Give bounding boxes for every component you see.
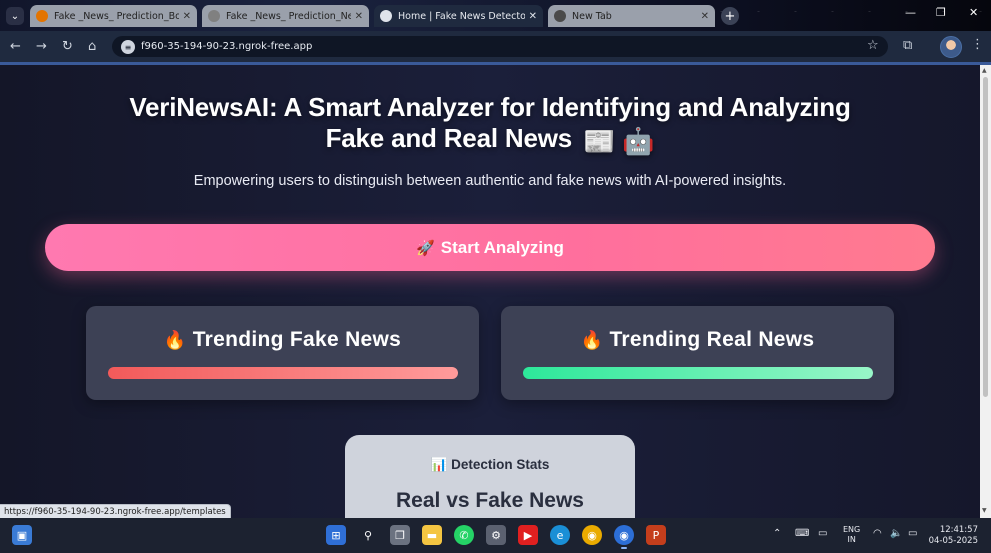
tab-title: Home | Fake News Detector	[398, 10, 525, 22]
wifi-icon[interactable]: ◠	[873, 528, 882, 539]
newspaper-robot-emoji-icon: 📰 🤖	[583, 126, 655, 156]
tab-title: New Tab	[572, 10, 612, 22]
stats-heading-label: Detection Stats	[451, 457, 550, 472]
youtube-icon[interactable]: ▶	[518, 525, 538, 545]
clock-time: 12:41:57	[939, 525, 978, 535]
tab-fake-news-bot[interactable]: Fake _News_ Prediction_Bot - C ✕	[30, 5, 197, 27]
title-line-1: VeriNewsAI: A Smart Analyzer for Identif…	[129, 92, 851, 122]
real-news-bar	[523, 367, 873, 379]
display-icon[interactable]: ▭	[818, 528, 827, 539]
edge-icon[interactable]: e	[550, 525, 570, 545]
url-text[interactable]: f960-35-194-90-23.ngrok-free.app	[141, 41, 312, 52]
reload-icon[interactable]: ↻	[62, 39, 73, 54]
profile-avatar[interactable]	[940, 36, 962, 58]
whatsapp-icon[interactable]: ✆	[454, 525, 474, 545]
globe-icon	[380, 10, 392, 22]
chrome-icon	[554, 10, 566, 22]
system-clock[interactable]: 12:41:57 04-05-2025	[928, 525, 978, 547]
battery-icon[interactable]: ▭	[908, 528, 917, 539]
fire-icon: 🔥	[580, 330, 604, 350]
windows-start-icon[interactable]: ⊞	[326, 525, 346, 545]
close-icon[interactable]: ✕	[529, 11, 537, 22]
close-window-icon[interactable]: ✕	[969, 6, 978, 19]
clock-date: 04-05-2025	[928, 536, 978, 546]
scroll-up-icon[interactable]: ▲	[982, 67, 987, 74]
page-scrollbar[interactable]: ▲ ▼	[980, 65, 991, 518]
tab-home-fake-news-detector[interactable]: Home | Fake News Detector ✕	[374, 5, 543, 27]
task-view-icon[interactable]: ▣	[12, 525, 32, 545]
task-view-windows-icon[interactable]: ❐	[390, 525, 410, 545]
region-code: IN	[847, 535, 856, 544]
home-icon[interactable]: ⌂	[88, 39, 96, 54]
scroll-down-icon[interactable]: ▼	[982, 507, 987, 514]
back-icon[interactable]: ←	[10, 39, 21, 54]
settings-gear-icon[interactable]: ⚙	[486, 525, 506, 545]
forward-icon[interactable]: →	[36, 39, 47, 54]
close-icon[interactable]: ✕	[701, 11, 709, 22]
chrome-active-icon[interactable]: ◉	[614, 525, 634, 549]
more-menu-icon[interactable]: ⋮	[971, 37, 984, 52]
language-code: ENG	[843, 525, 861, 534]
page-content: VeriNewsAI: A Smart Analyzer for Identif…	[0, 65, 980, 518]
tab-title: Fake _News_ Prediction_NewOr	[226, 10, 351, 22]
page-title: VeriNewsAI: A Smart Analyzer for Identif…	[0, 92, 980, 157]
tab-search-button[interactable]: ⌄	[6, 7, 24, 25]
fire-icon: 🔥	[163, 330, 187, 350]
tab-title: Fake _News_ Prediction_Bot - C	[54, 10, 179, 22]
stats-subheading: Real vs Fake News	[396, 489, 584, 512]
start-analyzing-button[interactable]: 🚀 Start Analyzing	[45, 224, 935, 271]
card-heading: 🔥 Trending Real News	[501, 328, 894, 352]
fake-news-bar	[108, 367, 458, 379]
new-tab-button[interactable]: +	[721, 7, 739, 25]
powerpoint-icon[interactable]: P	[646, 525, 666, 545]
chrome-icon[interactable]: ◉	[582, 525, 602, 545]
extensions-icon[interactable]: ⧉	[903, 38, 912, 53]
page-subtitle: Empowering users to distinguish between …	[193, 173, 787, 189]
file-explorer-icon[interactable]: ▬	[422, 525, 442, 545]
colab-icon	[208, 10, 220, 22]
volume-icon[interactable]: 🔈	[890, 528, 902, 539]
trending-fake-news-card[interactable]: 🔥 Trending Fake News	[86, 306, 479, 400]
site-info-icon[interactable]: ≡	[121, 40, 135, 54]
search-icon[interactable]: ⚲	[358, 525, 378, 545]
card-heading: 🔥 Trending Fake News	[86, 328, 479, 352]
card-label: Trending Fake News	[192, 328, 402, 351]
show-hidden-icons-icon[interactable]: ⌃	[773, 528, 781, 539]
tab-new-tab[interactable]: New Tab ✕	[548, 5, 715, 27]
keyboard-icon[interactable]: ⌨	[795, 528, 809, 539]
minimize-icon[interactable]: —	[905, 6, 916, 19]
language-indicator[interactable]: ENG IN	[843, 525, 860, 545]
tab-fake-news-prediction[interactable]: Fake _News_ Prediction_NewOr ✕	[202, 5, 369, 27]
start-analyzing-label: Start Analyzing	[440, 237, 564, 257]
scrollbar-thumb[interactable]	[983, 77, 988, 397]
trending-real-news-card[interactable]: 🔥 Trending Real News	[501, 306, 894, 400]
title-line-2: Fake and Real News	[325, 123, 573, 153]
bar-chart-icon: 📊	[430, 457, 448, 472]
restore-icon[interactable]: ❐	[936, 6, 946, 19]
stats-heading: 📊 Detection Stats	[345, 457, 635, 473]
close-icon[interactable]: ✕	[355, 11, 363, 22]
rocket-icon: 🚀	[416, 238, 435, 257]
bookmark-star-icon[interactable]: ☆	[867, 38, 879, 53]
card-label: Trending Real News	[609, 328, 815, 351]
colab-icon	[36, 10, 48, 22]
detection-stats-panel: 📊 Detection Stats Real vs Fake News	[345, 435, 635, 518]
close-icon[interactable]: ✕	[183, 11, 191, 22]
